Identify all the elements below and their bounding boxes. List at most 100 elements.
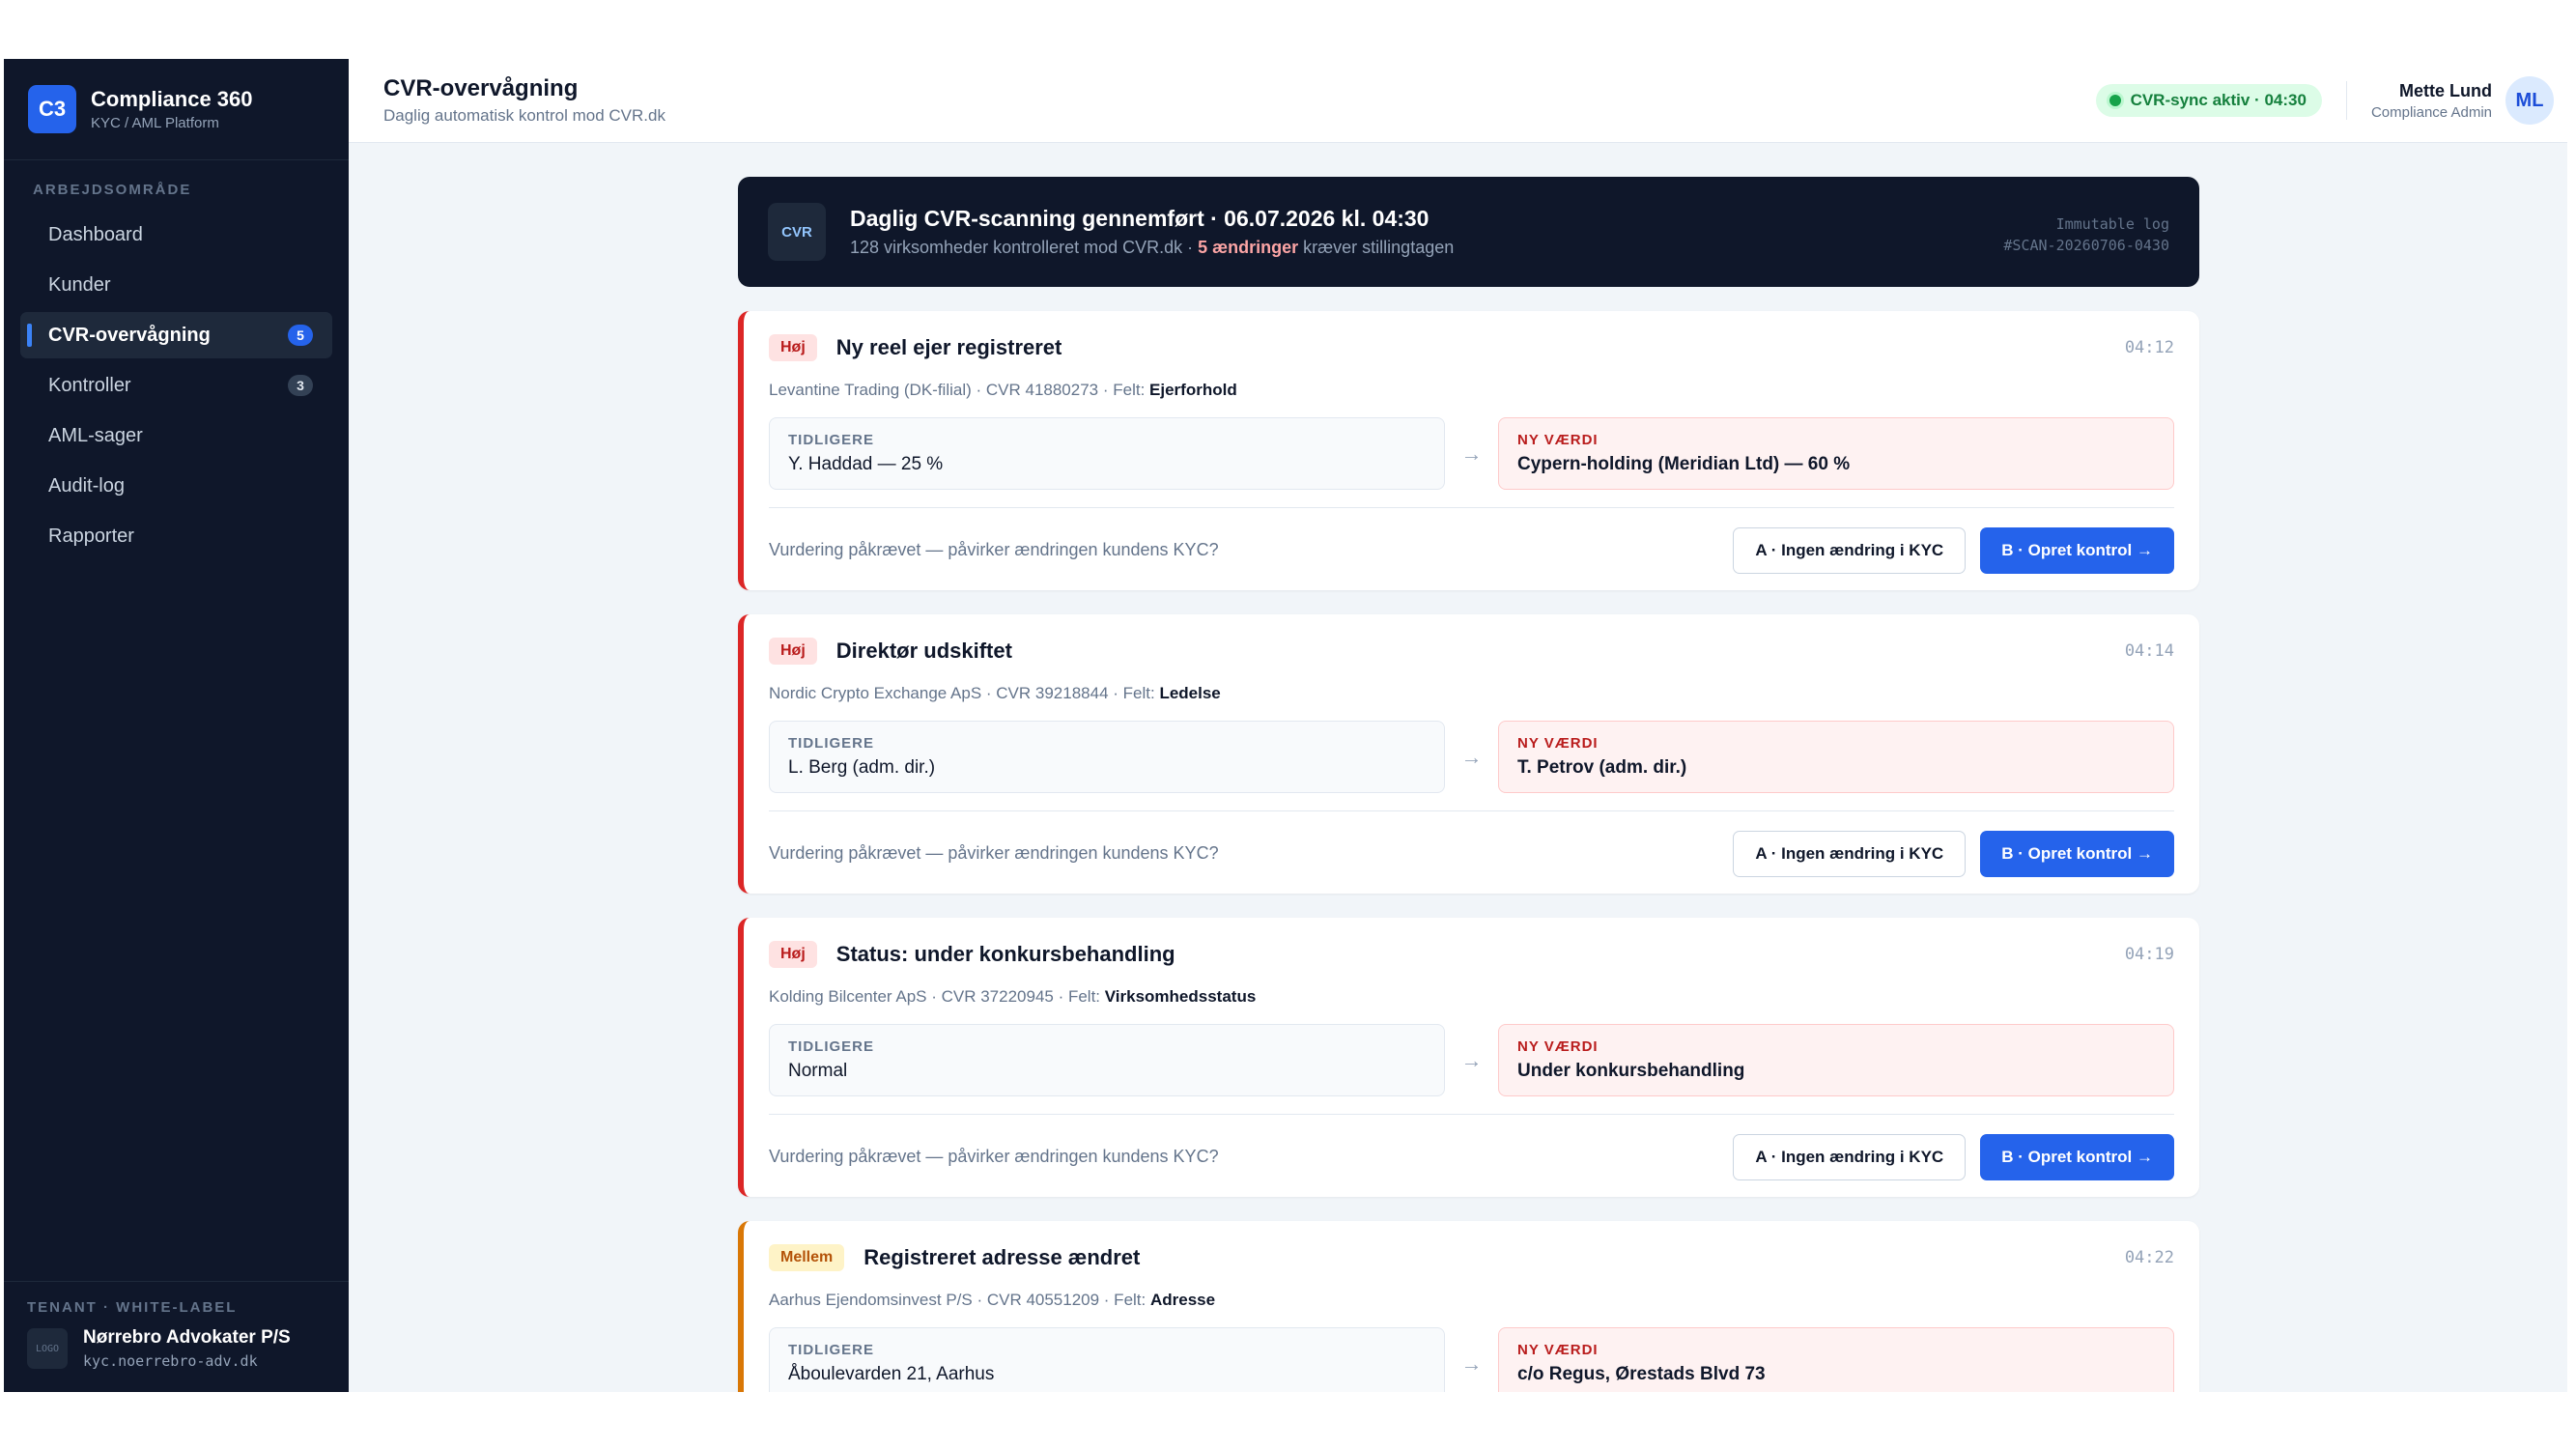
change-time: 04:14 [2124, 641, 2174, 661]
sidebar-item-count-badge: 3 [288, 375, 313, 396]
old-value-label: TIDLIGERE [788, 1038, 875, 1055]
field-name: Adresse [1149, 1291, 1216, 1309]
new-value-label: NY VÆRDI [1517, 432, 1599, 448]
sidebar-item-kunder[interactable]: Kunder [20, 262, 332, 308]
new-value: Cypern-holding (Meridian Ltd) — 60 % [1517, 454, 1851, 474]
change-title: Ny reel ejer registreret [835, 335, 1062, 359]
app-window: C3 Compliance 360 KYC / AML Platform ARB… [4, 59, 2567, 1392]
change-title: Registreret adresse ændret [863, 1245, 1141, 1269]
scan-subtitle-suffix: kræver stillingtagen [1298, 238, 1455, 257]
no-kyc-change-button[interactable]: A · Ingen ændring i KYC [1733, 830, 1967, 877]
change-time: 04:12 [2124, 338, 2174, 357]
sidebar-item-aml-sager[interactable]: AML-sager [20, 412, 332, 459]
sidebar-item-dashboard[interactable]: Dashboard [20, 212, 332, 258]
new-value-label: NY VÆRDI [1517, 735, 1599, 752]
change-meta: Nordic Crypto Exchange ApS · CVR 3921884… [769, 684, 2174, 703]
old-value-label: TIDLIGERE [788, 735, 875, 752]
change-time: 04:19 [2124, 945, 2174, 964]
page-title: CVR-overvågning [383, 75, 579, 101]
no-kyc-change-button[interactable]: A · Ingen ændring i KYC [1733, 1133, 1967, 1180]
arrow-right-icon: → [1460, 1047, 1483, 1072]
sidebar-item-cvr-overvaagning[interactable]: CVR-overvågning 5 [20, 312, 332, 358]
arrow-right-icon: → [1460, 440, 1483, 466]
severity-badge: Høj [769, 334, 817, 361]
field-prefix: · Felt: [1099, 1291, 1150, 1309]
change-time: 04:22 [2124, 1248, 2174, 1267]
old-value-box: TIDLIGERE Åboulevarden 21, Aarhus [769, 1327, 1445, 1392]
create-control-button[interactable]: B · Opret kontrol → [1980, 526, 2174, 574]
old-value: Normal [788, 1061, 848, 1081]
old-value-label: TIDLIGERE [788, 1342, 875, 1358]
value-diff: TIDLIGERE Normal → NY VÆRDI Under konkur… [769, 1024, 2174, 1096]
log-id: #SCAN-20260706-0430 [2003, 237, 2169, 254]
brand-subtitle: KYC / AML Platform [91, 115, 219, 131]
change-title: Direktør udskiftet [835, 639, 1012, 663]
new-value-box: NY VÆRDI T. Petrov (adm. dir.) [1498, 721, 2174, 793]
no-kyc-change-button[interactable]: A · Ingen ændring i KYC [1733, 526, 1967, 574]
sidebar-item-count-badge: 5 [288, 325, 313, 346]
old-value-box: TIDLIGERE Y. Haddad — 25 % [769, 417, 1445, 490]
severity-badge: Høj [769, 638, 817, 665]
sidebar-item-label: Kontroller [48, 374, 131, 396]
sidebar-item-rapporter[interactable]: Rapporter [20, 513, 332, 559]
sidebar-section-label: ARBEJDSOMRÅDE [33, 182, 192, 198]
change-card: Høj Status: under konkursbehandling 04:1… [738, 918, 2199, 1197]
sync-status-badge: CVR-sync aktiv · 04:30 [2095, 84, 2322, 117]
change-meta: Kolding Bilcenter ApS · CVR 37220945 · F… [769, 987, 2174, 1007]
change-meta: Levantine Trading (DK-filial) · CVR 4188… [769, 381, 2174, 400]
old-value-box: TIDLIGERE L. Berg (adm. dir.) [769, 721, 1445, 793]
sidebar-item-label: AML-sager [48, 424, 143, 446]
old-value: Y. Haddad — 25 % [788, 454, 944, 474]
new-value-box: NY VÆRDI c/o Regus, Ørestads Blvd 73 [1498, 1327, 2174, 1392]
create-control-button[interactable]: B · Opret kontrol → [1980, 830, 2174, 877]
scan-summary-banner: CVR Daglig CVR-scanning gennemført · 06.… [738, 177, 2199, 287]
sidebar-item-label: Dashboard [48, 223, 143, 245]
user-name: Mette Lund [2399, 80, 2492, 100]
new-value-box: NY VÆRDI Cypern-holding (Meridian Ltd) —… [1498, 417, 2174, 490]
user-info[interactable]: Mette Lund Compliance Admin [2371, 81, 2492, 121]
change-card: Høj Direktør udskiftet 04:14 Nordic Cryp… [738, 614, 2199, 894]
arrow-right-icon: → [1460, 1350, 1483, 1376]
sync-status-text: CVR-sync aktiv · 04:30 [2130, 91, 2307, 109]
sidebar-item-label: Rapporter [48, 525, 134, 547]
new-value: c/o Regus, Ørestads Blvd 73 [1517, 1364, 1766, 1384]
sidebar-item-audit-log[interactable]: Audit-log [20, 463, 332, 509]
assessment-question: Vurdering påkrævet — påvirker ændringen … [769, 540, 1219, 559]
tenant-label: TENANT · WHITE-LABEL [27, 1299, 238, 1316]
change-title: Status: under konkursbehandling [835, 942, 1175, 966]
content: CVR Daglig CVR-scanning gennemført · 06.… [738, 177, 2199, 1392]
sidebar-item-label: CVR-overvågning [48, 324, 211, 346]
new-value-box: NY VÆRDI Under konkursbehandling [1498, 1024, 2174, 1096]
change-card: Mellem Registreret adresse ændret 04:22 … [738, 1221, 2199, 1392]
severity-badge: Høj [769, 941, 817, 968]
new-value: T. Petrov (adm. dir.) [1517, 757, 1687, 778]
company-info: Levantine Trading (DK-filial) · CVR 4188… [769, 381, 1099, 399]
divider [2345, 81, 2347, 120]
field-name: Virksomhedsstatus [1104, 987, 1257, 1006]
new-value-label: NY VÆRDI [1517, 1342, 1599, 1358]
sidebar-item-kontroller[interactable]: Kontroller 3 [20, 362, 332, 409]
scan-subtitle-text: 128 virksomheder kontrolleret mod CVR.dk… [850, 238, 1199, 257]
sidebar: C3 Compliance 360 KYC / AML Platform ARB… [4, 59, 349, 1392]
value-diff: TIDLIGERE L. Berg (adm. dir.) → NY VÆRDI… [769, 721, 2174, 793]
old-value: L. Berg (adm. dir.) [788, 757, 936, 778]
assessment-question: Vurdering påkrævet — påvirker ændringen … [769, 1147, 1219, 1166]
create-control-button[interactable]: B · Opret kontrol → [1980, 1133, 2174, 1180]
field-prefix: · Felt: [1053, 987, 1105, 1006]
company-info: Kolding Bilcenter ApS · CVR 37220945 [769, 987, 1054, 1006]
field-name: Ejerforhold [1149, 381, 1237, 399]
arrow-right-icon: → [1460, 744, 1483, 769]
sidebar-item-label: Audit-log [48, 474, 125, 497]
severity-badge: Mellem [769, 1244, 845, 1271]
avatar[interactable]: ML [2505, 76, 2554, 125]
topbar: CVR-overvågning Daglig automatisk kontro… [349, 59, 2567, 143]
log-label: Immutable log [2055, 215, 2169, 233]
immutable-log: Immutable log #SCAN-20260706-0430 [2003, 213, 2169, 256]
changes-count-highlight: 5 ændringer [1198, 238, 1299, 257]
brand[interactable]: C3 Compliance 360 KYC / AML Platform [4, 59, 349, 160]
value-diff: TIDLIGERE Y. Haddad — 25 % → NY VÆRDI Cy… [769, 417, 2174, 490]
assessment-question: Vurdering påkrævet — påvirker ændringen … [769, 843, 1219, 863]
brand-logo: C3 [28, 85, 76, 133]
field-name: Ledelse [1159, 684, 1221, 702]
sidebar-item-label: Kunder [48, 273, 111, 296]
